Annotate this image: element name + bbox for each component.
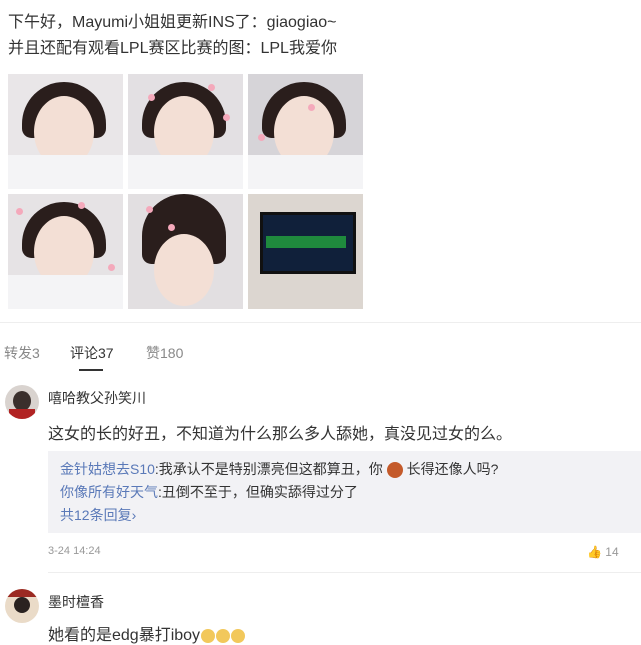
photo-4[interactable] (8, 194, 123, 309)
interaction-tabs: 转发3 评论37 赞180 (0, 322, 641, 377)
comment-username[interactable]: 墨时檀香 (48, 592, 104, 612)
thumbs-up-icon: 👍 (587, 545, 602, 559)
tab-comments[interactable]: 评论37 (70, 343, 114, 363)
active-tab-indicator (79, 369, 103, 371)
post-text: 下午好，Mayumi小姐姐更新INS了：giaogiao~ 并且还配有观看LPL… (8, 10, 337, 62)
more-replies-link[interactable]: 共12条回复› (60, 505, 136, 525)
photo-1[interactable] (8, 74, 123, 189)
avatar[interactable] (5, 589, 39, 623)
tab-likes[interactable]: 赞180 (146, 343, 183, 363)
reply-username[interactable]: 你像所有好天气 (60, 484, 158, 500)
emoji-icon (201, 628, 216, 643)
reply-2: 你像所有好天气:丑倒不至于，但确实舔得过分了 (60, 482, 358, 502)
more-replies-label: 共12条回复 (60, 507, 132, 523)
reply-box: 金针姑想去S10:我承认不是特别漂亮但这都算丑，你 长得还像人吗? 你像所有好天… (48, 451, 641, 533)
avatar[interactable] (5, 385, 39, 419)
chevron-right-icon: › (131, 507, 137, 523)
photo-6-tv[interactable] (248, 194, 363, 309)
divider (48, 572, 641, 573)
comment-text-wrap: 她看的是edg暴打iboy (48, 621, 246, 645)
tab-repost[interactable]: 转发3 (4, 343, 40, 363)
reply-1: 金针姑想去S10:我承认不是特别漂亮但这都算丑，你 长得还像人吗? (60, 459, 498, 479)
post-line-1: 下午好，Mayumi小姐姐更新INS了：giaogiao~ (8, 14, 337, 31)
reply-text-2: 长得还像人吗? (406, 461, 499, 477)
comment-time: 3-24 14:24 (48, 545, 101, 557)
emoji-icon (216, 628, 231, 643)
photo-3[interactable] (248, 74, 363, 189)
reply-username[interactable]: 金针姑想去S10 (60, 461, 155, 477)
emoji-icon (231, 628, 246, 643)
reply-text: :我承认不是特别漂亮但这都算丑，你 (154, 461, 383, 477)
comment-text: 这女的长的好丑，不知道为什么那么多人舔她，真没见过女的么。 (48, 426, 513, 443)
post-line-2: 并且还配有观看LPL赛区比赛的图：LPL我爱你 (8, 40, 337, 57)
photo-grid (8, 74, 363, 310)
avatar-inline-icon (386, 462, 403, 479)
reply-text: :丑倒不至于，但确实舔得过分了 (158, 484, 358, 500)
like-count: 14 (605, 545, 619, 559)
comment-username[interactable]: 嘻哈教父孙笑川 (48, 388, 146, 408)
photo-2[interactable] (128, 74, 243, 189)
like-button[interactable]: 👍 14 (587, 545, 619, 559)
photo-5[interactable] (128, 194, 243, 309)
comment-text: 她看的是edg暴打iboy (48, 627, 201, 644)
